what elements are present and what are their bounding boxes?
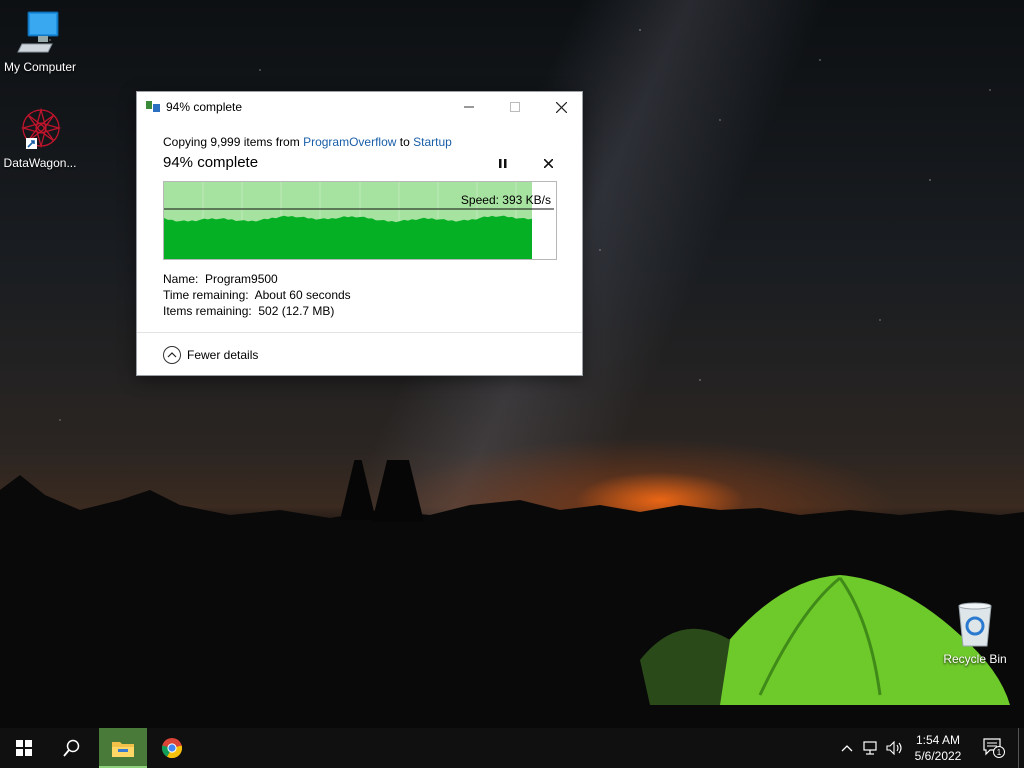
copy-progress-dialog: 94% complete Copying 9,999 items from Pr… [136,91,583,376]
volume-button[interactable] [884,728,906,768]
minimize-icon [464,106,474,108]
detail-value: About 60 seconds [254,288,351,302]
start-button[interactable] [0,728,48,768]
detail-items-remaining: Items remaining: 502 (12.7 MB) [163,303,351,319]
speed-label: Speed: 393 KB/s [460,193,551,207]
cancel-icon [543,158,553,168]
chrome-icon [161,738,183,759]
close-icon [555,101,567,113]
detail-value: 502 (12.7 MB) [258,304,335,318]
clock-time: 1:54 AM [915,733,961,747]
maximize-button [492,92,538,122]
file-explorer-icon [112,742,134,757]
pause-icon [499,158,507,168]
wallpaper-landscape [0,460,1024,730]
detail-time-remaining: Time remaining: About 60 seconds [163,287,351,303]
cancel-button[interactable] [538,154,558,172]
show-desktop-button[interactable] [1018,728,1019,768]
network-button[interactable] [860,728,882,768]
notification-count: 1 [997,748,1002,757]
copy-description: Copying 9,999 items from ProgramOverflow… [163,134,557,150]
close-button[interactable] [538,92,584,122]
network-icon [863,741,877,755]
transfer-details: Name: Program9500 Time remaining: About … [163,271,351,319]
chevron-up-icon [841,744,853,751]
notifications-button[interactable]: 1 [980,728,1008,768]
detail-label: Items remaining: [163,304,252,318]
clock-date: 5/6/2022 [914,749,962,763]
fewer-details-button[interactable]: Fewer details [163,346,258,364]
dialog-title: 94% complete [166,100,243,114]
desktop-icon-my-computer[interactable]: My Computer [0,10,80,74]
desktop-icon-label: DataWagon... [3,156,77,170]
desktop-icon-datawagon[interactable]: DataWagon... [0,106,80,170]
volume-icon [886,741,902,755]
dialog-divider [137,332,582,333]
copy-to-word: to [399,135,410,149]
notification-center-icon: 1 [983,738,1005,758]
detail-label: Name: [163,272,199,286]
fewer-details-label: Fewer details [187,348,259,362]
detail-name: Name: Program9500 [163,271,351,287]
desktop-icon-label: Recycle Bin [943,652,1007,666]
transfer-speed-graph: Speed: 393 KB/s [163,181,557,260]
taskbar-clock[interactable]: 1:54 AM 5/6/2022 [905,732,971,764]
speed-history-area [164,215,532,259]
desktop-icon-label: My Computer [3,60,77,74]
search-button[interactable] [48,728,96,768]
pause-button[interactable] [493,154,513,172]
recycle-bin-icon [951,602,999,650]
computer-icon [16,10,64,58]
show-hidden-icons-button[interactable] [838,728,856,768]
file-copy-icon [146,101,160,112]
taskbar-file-explorer[interactable] [99,728,147,768]
taskbar: 1:54 AM 5/6/2022 1 [0,728,1024,768]
desktop-icon-recycle-bin[interactable]: Recycle Bin [935,602,1015,666]
detail-label: Time remaining: [163,288,249,302]
maximize-icon [510,102,520,112]
copy-prefix: Copying 9,999 items from [163,135,300,149]
dialog-titlebar[interactable]: 94% complete [137,92,582,122]
minimize-button[interactable] [446,92,492,122]
detail-value: Program9500 [205,272,278,286]
destination-folder-link[interactable]: Startup [413,135,452,149]
search-icon [63,739,80,757]
datawagon-icon [16,106,64,154]
source-folder-link[interactable]: ProgramOverflow [303,135,396,149]
taskbar-chrome[interactable] [148,728,196,768]
start-icon [16,740,32,756]
chevron-up-icon [163,346,181,364]
